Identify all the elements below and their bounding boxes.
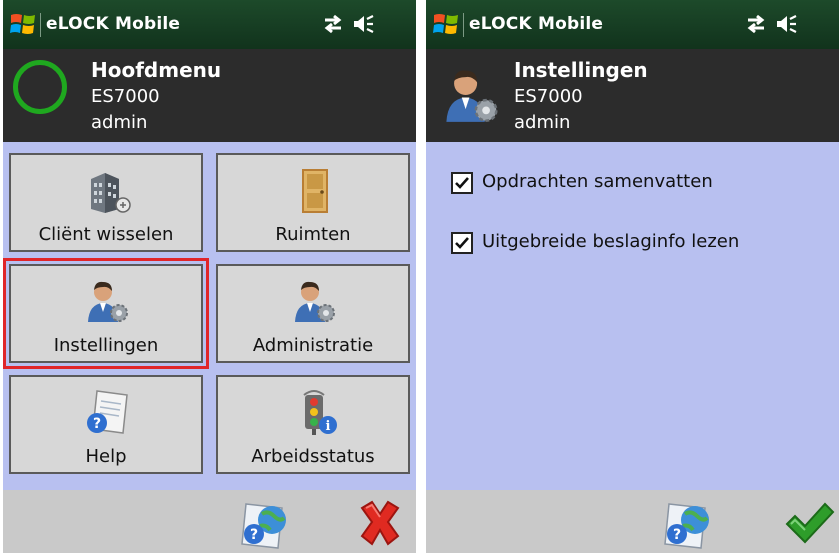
- svg-text:?: ?: [93, 416, 101, 432]
- svg-text:?: ?: [250, 527, 258, 543]
- arbeidsstatus-button[interactable]: i Arbeidsstatus: [216, 375, 410, 474]
- tile-label: Ruimten: [275, 224, 351, 245]
- close-icon[interactable]: [354, 498, 406, 548]
- user-name: admin: [91, 112, 148, 133]
- help-button[interactable]: ? Help: [9, 375, 203, 474]
- status-circle-icon: [13, 60, 67, 114]
- help-globe-icon[interactable]: ?: [236, 498, 294, 550]
- bottom-toolbar: ?: [3, 490, 416, 553]
- administratie-button[interactable]: Administratie: [216, 264, 410, 363]
- page-title: Instellingen: [514, 58, 648, 82]
- building-icon: [91, 173, 131, 213]
- checkmark-icon: [455, 237, 469, 249]
- volume-icon[interactable]: [352, 13, 374, 35]
- title-bar: eLOCK Mobile: [426, 0, 839, 49]
- client-wisselen-button[interactable]: Cliënt wisselen: [9, 153, 203, 252]
- connectivity-icon[interactable]: [745, 14, 767, 34]
- ruimten-button[interactable]: Ruimten: [216, 153, 410, 252]
- windows-logo-icon[interactable]: [10, 12, 36, 36]
- main-menu-screen: eLOCK Mobile Hoofdmenu ES7000 admin Clië…: [3, 0, 416, 553]
- user-settings-icon: [88, 281, 128, 322]
- device-name: ES7000: [91, 86, 160, 107]
- svg-text:i: i: [326, 419, 331, 434]
- page-title: Hoofdmenu: [91, 58, 222, 82]
- user-name: admin: [514, 112, 571, 133]
- connectivity-icon[interactable]: [322, 14, 344, 34]
- checkbox[interactable]: [451, 232, 473, 254]
- option-label: Uitgebreide beslaginfo lezen: [482, 231, 740, 252]
- tile-label: Help: [85, 446, 127, 467]
- help-icon: ?: [87, 390, 128, 434]
- title-bar: eLOCK Mobile: [3, 0, 416, 49]
- windows-logo-icon[interactable]: [433, 12, 459, 36]
- svg-text:?: ?: [673, 527, 681, 543]
- tile-label: Arbeidsstatus: [251, 446, 375, 467]
- title-divider: [40, 13, 41, 37]
- checkmark-icon: [455, 177, 469, 189]
- instellingen-button[interactable]: Instellingen: [3, 258, 209, 369]
- checkmark-icon[interactable]: [783, 500, 835, 546]
- settings-header: Instellingen ES7000 admin: [426, 49, 839, 142]
- app-title: eLOCK Mobile: [469, 14, 604, 34]
- checkbox[interactable]: [451, 172, 473, 194]
- volume-icon[interactable]: [775, 13, 797, 35]
- app-title: eLOCK Mobile: [46, 14, 181, 34]
- device-name: ES7000: [514, 86, 583, 107]
- tile-label: Administratie: [252, 335, 374, 356]
- title-divider: [463, 13, 464, 37]
- door-icon: [302, 169, 328, 213]
- settings-screen: eLOCK Mobile Instellingen ES7000 admin O…: [426, 0, 839, 553]
- user-settings-icon: [446, 70, 498, 122]
- menu-grid: Cliënt wisselen Ruimten Instellingen Adm…: [3, 142, 416, 490]
- tile-label: Cliënt wisselen: [38, 224, 174, 245]
- user-settings-icon: [295, 281, 335, 322]
- menu-header: Hoofdmenu ES7000 admin: [3, 49, 416, 142]
- tile-label: Instellingen: [53, 335, 159, 356]
- option-label: Opdrachten samenvatten: [482, 171, 713, 192]
- settings-options: Opdrachten samenvatten Uitgebreide besla…: [426, 142, 839, 490]
- help-globe-icon[interactable]: ?: [659, 498, 717, 550]
- traffic-light-info-icon: i: [303, 390, 337, 435]
- bottom-toolbar: ?: [426, 490, 839, 553]
